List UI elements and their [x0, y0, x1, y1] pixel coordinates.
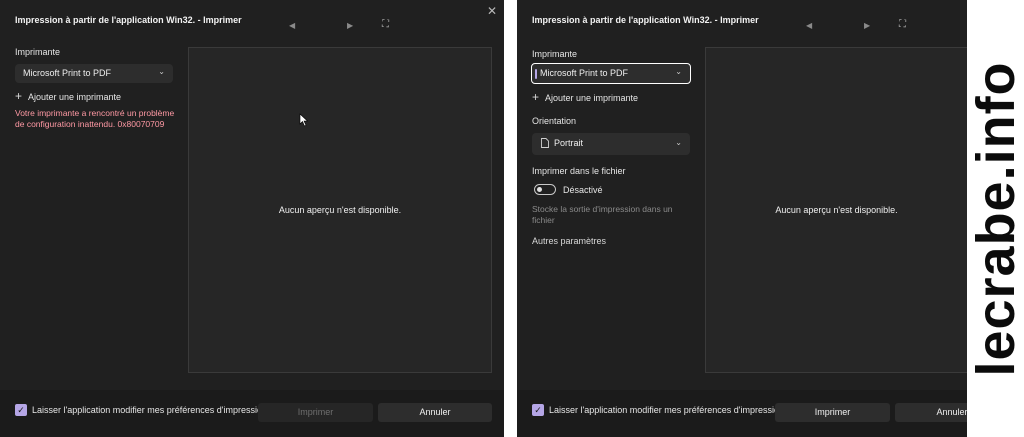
- preview-area: Aucun aperçu n'est disponible.: [705, 47, 967, 373]
- previous-page-icon[interactable]: ◀: [289, 21, 295, 30]
- add-printer-button[interactable]: + Ajouter une imprimante: [15, 89, 121, 103]
- toggle-knob: [537, 187, 542, 192]
- preferences-checkbox[interactable]: ✓: [15, 404, 27, 416]
- fit-page-icon[interactable]: ⛶: [382, 19, 389, 30]
- print-dialog-settings: Impression à partir de l'application Win…: [517, 0, 967, 437]
- orientation-select[interactable]: Portrait ⌄: [532, 133, 690, 155]
- printer-label: Imprimante: [532, 49, 578, 59]
- cancel-button[interactable]: Annuler: [378, 403, 492, 422]
- previous-page-icon[interactable]: ◀: [806, 21, 812, 30]
- preferences-checkbox-label: Laisser l'application modifier mes préfé…: [549, 405, 785, 415]
- printer-select[interactable]: Microsoft Print to PDF ⌄: [531, 63, 691, 84]
- cancel-button[interactable]: Annuler: [895, 403, 967, 422]
- fit-page-icon[interactable]: ⛶: [899, 19, 906, 30]
- close-icon[interactable]: ✕: [487, 4, 497, 18]
- dialog-title: Impression à partir de l'application Win…: [15, 15, 242, 25]
- document-icon: [541, 138, 549, 148]
- orientation-value: Portrait: [554, 138, 584, 148]
- preferences-checkbox[interactable]: ✓: [532, 404, 544, 416]
- watermark: lecrabe.info: [966, 0, 1024, 437]
- plus-icon: +: [532, 90, 540, 104]
- dialog-title: Impression à partir de l'application Win…: [532, 15, 759, 25]
- chevron-down-icon: ⌄: [675, 67, 682, 76]
- printer-label: Imprimante: [15, 47, 61, 57]
- print-dialog-error: Impression à partir de l'application Win…: [0, 0, 504, 437]
- dialog-footer: ✓ Laisser l'application modifier mes pré…: [0, 390, 504, 437]
- add-printer-button[interactable]: + Ajouter une imprimante: [532, 90, 638, 104]
- focus-indicator: [535, 69, 537, 79]
- printer-select-value: Microsoft Print to PDF: [540, 68, 629, 78]
- more-settings-link[interactable]: Autres paramètres: [532, 236, 606, 246]
- dialog-footer: ✓ Laisser l'application modifier mes pré…: [517, 390, 967, 437]
- printer-select-value: Microsoft Print to PDF: [23, 68, 112, 78]
- watermark-text: lecrabe.info: [966, 60, 1024, 377]
- add-printer-label: Ajouter une imprimante: [28, 92, 122, 102]
- printer-select[interactable]: Microsoft Print to PDF ⌄: [15, 64, 173, 83]
- next-page-icon[interactable]: ▶: [347, 21, 353, 30]
- plus-icon: +: [15, 89, 23, 103]
- toggle-state: Désactivé: [563, 185, 603, 195]
- print-to-file-label: Imprimer dans le fichier: [532, 166, 626, 176]
- mouse-cursor-icon: [299, 113, 309, 127]
- preview-message: Aucun aperçu n'est disponible.: [278, 205, 402, 215]
- print-button[interactable]: Imprimer: [258, 403, 373, 422]
- chevron-down-icon: ⌄: [675, 138, 682, 147]
- preferences-checkbox-label: Laisser l'application modifier mes préfé…: [32, 405, 268, 415]
- toggle-description: Stocke la sortie d'impression dans un fi…: [532, 204, 673, 225]
- print-button[interactable]: Imprimer: [775, 403, 890, 422]
- print-to-file-toggle[interactable]: [534, 184, 556, 195]
- chevron-down-icon: ⌄: [158, 67, 165, 76]
- preview-message: Aucun aperçu n'est disponible.: [775, 205, 898, 215]
- error-message: Votre imprimante a rencontré un problème…: [15, 108, 175, 129]
- add-printer-label: Ajouter une imprimante: [545, 93, 639, 103]
- preview-area: Aucun aperçu n'est disponible.: [188, 47, 492, 373]
- next-page-icon[interactable]: ▶: [864, 21, 870, 30]
- orientation-label: Orientation: [532, 116, 577, 126]
